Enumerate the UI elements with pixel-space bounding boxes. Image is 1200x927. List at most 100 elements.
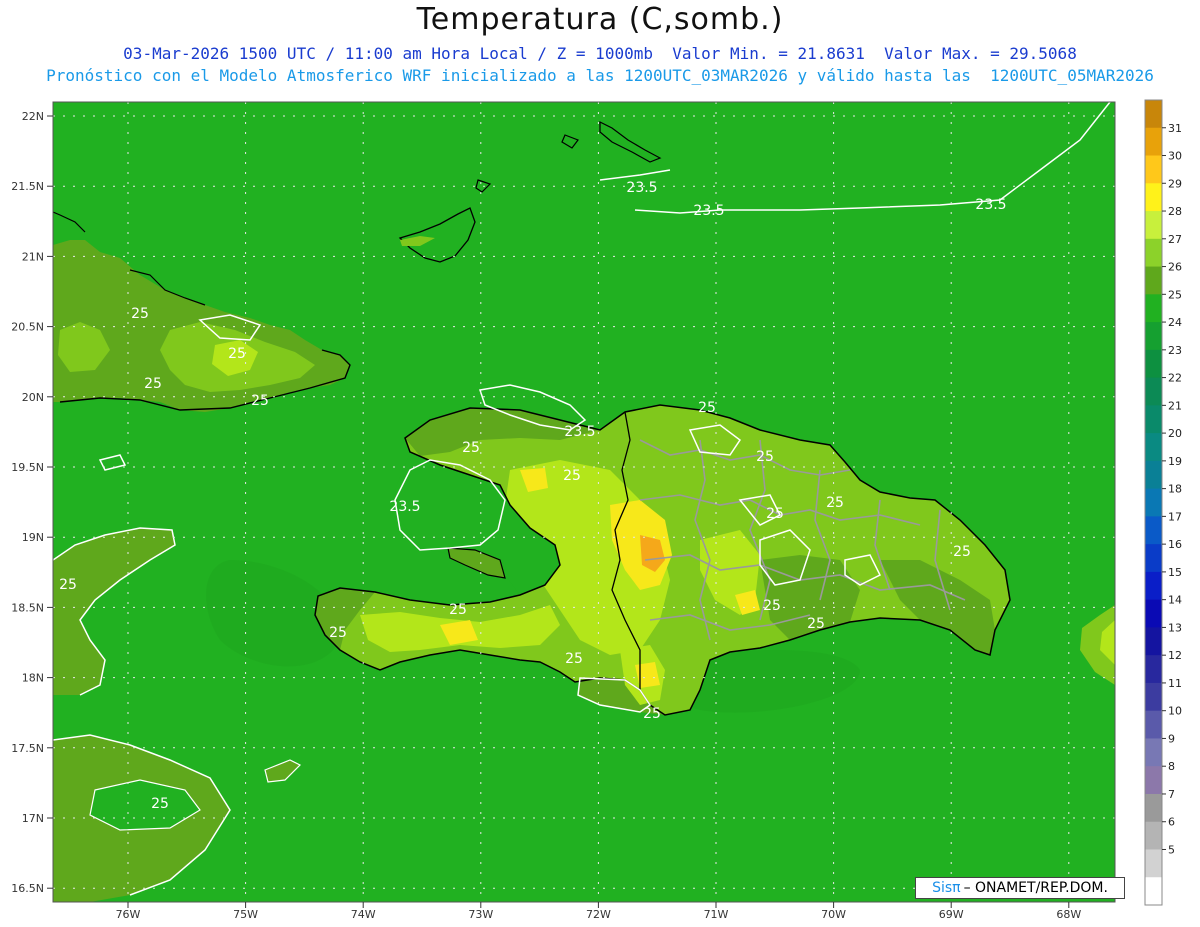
colorbar-label: 6 xyxy=(1168,816,1175,829)
contour-label: 23.5 xyxy=(389,499,420,515)
contour-label: 25 xyxy=(756,449,774,465)
colorbar-swatch xyxy=(1145,322,1162,351)
contour-label: 23.5 xyxy=(626,180,657,196)
colorbar-swatch xyxy=(1145,544,1162,573)
lat-label: 17N xyxy=(22,812,44,825)
lon-label: 71W xyxy=(704,908,729,921)
lon-label: 69W xyxy=(939,908,964,921)
contour-label: 25 xyxy=(228,346,246,362)
contour-label: 25 xyxy=(251,393,269,409)
lat-label: 17.5N xyxy=(11,742,44,755)
colorbar-swatch xyxy=(1145,100,1162,129)
contour-label: 25 xyxy=(131,306,149,322)
lon-label: 70W xyxy=(821,908,846,921)
contour-label: 25 xyxy=(763,598,781,614)
lat-label: 20N xyxy=(22,391,44,404)
contour-label: 25 xyxy=(766,506,784,522)
contour-label: 25 xyxy=(826,495,844,511)
contour-label: 25 xyxy=(807,616,825,632)
lon-label: 76W xyxy=(116,908,141,921)
contour-label: 25 xyxy=(643,706,661,722)
colorbar-swatch xyxy=(1145,710,1162,739)
colorbar-label: 20 xyxy=(1168,427,1182,440)
colorbar-swatch xyxy=(1145,405,1162,434)
contour-label: 25 xyxy=(565,651,583,667)
colorbar-label: 27 xyxy=(1168,233,1182,246)
lat-label: 20.5N xyxy=(11,321,44,334)
lat-label: 19.5N xyxy=(11,461,44,474)
contour-label: 25 xyxy=(698,400,716,416)
colorbar-swatch xyxy=(1145,738,1162,767)
colorbar-label: 11 xyxy=(1168,677,1182,690)
colorbar-label: 12 xyxy=(1168,649,1182,662)
colorbar-label: 19 xyxy=(1168,455,1182,468)
colorbar-swatch xyxy=(1145,571,1162,601)
colorbar-swatch xyxy=(1145,821,1162,850)
contour-label: 25 xyxy=(329,625,347,641)
lat-label: 21N xyxy=(22,250,44,263)
contour-label: 25 xyxy=(144,376,162,392)
contour-label: 25 xyxy=(462,440,480,456)
colorbar-swatch xyxy=(1145,349,1162,379)
contour-label: 25 xyxy=(151,796,169,812)
colorbar-label: 26 xyxy=(1168,261,1182,274)
colorbar-label: 16 xyxy=(1168,538,1182,551)
latitude-labels: 22N 21.5N 21N 20.5N 20N 19.5N 19N 18.5N 18N 17.5N… xyxy=(11,110,53,895)
contour-label: 25 xyxy=(563,468,581,484)
colorbar-swatch xyxy=(1145,877,1162,906)
colorbar-label: 18 xyxy=(1168,483,1182,496)
colorbar-swatch xyxy=(1145,599,1162,628)
colorbar: 31 30 29 28 27 26 25 24 23 22 21 20 19 18 17 16 15 14 13 12… xyxy=(1144,99,1182,906)
lon-label: 74W xyxy=(351,908,376,921)
longitude-labels: 76W 75W 74W 73W 72W 71W 70W 69W 68W xyxy=(116,902,1081,921)
lon-label: 75W xyxy=(233,908,258,921)
contour-label: 25 xyxy=(953,544,971,560)
colorbar-label: 8 xyxy=(1168,760,1175,773)
colorbar-label: 15 xyxy=(1168,566,1182,579)
contour-label: 23.5 xyxy=(693,203,724,219)
forecast-map: 23.5 23.5 23.5 23.5 23.5 25 25 25 25 25 25 25 25 25 25… xyxy=(11,99,1182,921)
colorbar-label: 30 xyxy=(1168,150,1182,163)
colorbar-swatch xyxy=(1145,377,1162,406)
credit-sis: Sisπ xyxy=(932,880,961,896)
lat-label: 21.5N xyxy=(11,180,44,193)
colorbar-label: 5 xyxy=(1168,843,1175,856)
colorbar-label: 22 xyxy=(1168,372,1182,385)
colorbar-swatch xyxy=(1145,266,1162,295)
colorbar-label: 29 xyxy=(1168,177,1182,190)
colorbar-label: 24 xyxy=(1168,316,1182,329)
contour-label: 25 xyxy=(449,602,467,618)
credit-box: Sisπ – ONAMET/REP.DOM. xyxy=(915,877,1125,899)
colorbar-label: 9 xyxy=(1168,732,1175,745)
colorbar-swatch xyxy=(1145,211,1162,240)
lon-label: 73W xyxy=(468,908,493,921)
lat-label: 18.5N xyxy=(11,601,44,614)
lat-label: 16.5N xyxy=(11,882,44,895)
colorbar-swatch xyxy=(1145,655,1162,684)
lat-label: 19N xyxy=(22,531,44,544)
colorbar-swatch xyxy=(1145,183,1162,212)
lon-label: 68W xyxy=(1056,908,1081,921)
colorbar-label: 17 xyxy=(1168,510,1182,523)
colorbar-swatch xyxy=(1145,516,1162,545)
colorbar-swatch xyxy=(1145,682,1162,712)
contour-label: 25 xyxy=(59,577,77,593)
credit-text: – ONAMET/REP.DOM. xyxy=(963,880,1108,896)
colorbar-swatch xyxy=(1145,627,1162,656)
colorbar-label: 25 xyxy=(1168,288,1182,301)
colorbar-swatch xyxy=(1145,460,1162,490)
colorbar-swatch xyxy=(1145,294,1162,323)
colorbar-label: 7 xyxy=(1168,788,1175,801)
lat-label: 18N xyxy=(22,672,44,685)
colorbar-label: 23 xyxy=(1168,344,1182,357)
colorbar-swatch xyxy=(1145,488,1162,517)
colorbar-label: 13 xyxy=(1168,621,1182,634)
colorbar-label: 21 xyxy=(1168,399,1182,412)
colorbar-swatch xyxy=(1145,155,1162,184)
contour-label: 23.5 xyxy=(564,424,595,440)
colorbar-label: 28 xyxy=(1168,205,1182,218)
colorbar-swatch xyxy=(1145,766,1162,795)
lon-label: 72W xyxy=(586,908,611,921)
colorbar-swatch xyxy=(1145,127,1162,157)
colorbar-label: 14 xyxy=(1168,594,1182,607)
